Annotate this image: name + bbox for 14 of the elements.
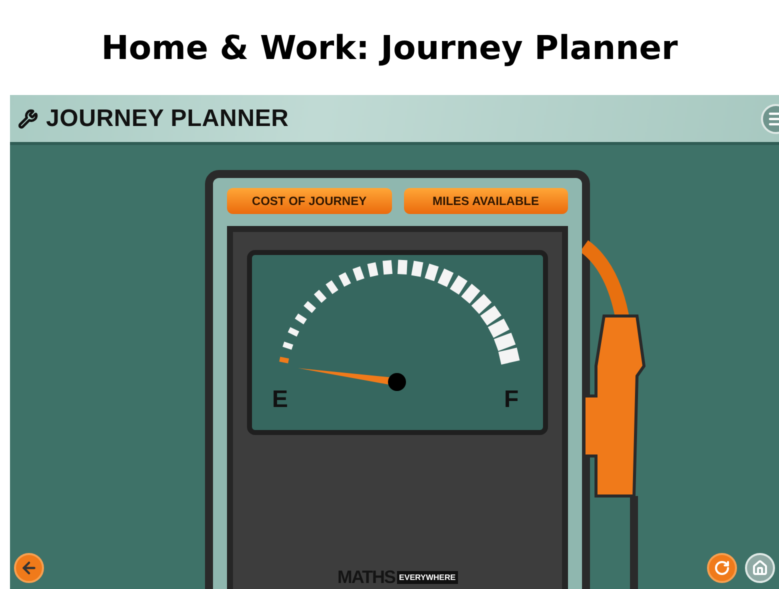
- app-title: JOURNEY PLANNER: [46, 104, 289, 132]
- home-icon: [752, 560, 768, 576]
- full-label: F: [504, 386, 519, 413]
- wrench-icon: [18, 108, 38, 128]
- slide-title: Home & Work: Journey Planner: [100, 27, 679, 69]
- needle-hub: [388, 373, 406, 391]
- empty-label: E: [272, 386, 288, 413]
- tab-button[interactable]: MILES AVAILABLE: [404, 188, 568, 214]
- back-button[interactable]: [14, 553, 44, 583]
- refresh-icon: [714, 560, 730, 576]
- reset-button[interactable]: [707, 553, 737, 583]
- logo-tag: EVERYWHERE: [397, 571, 458, 584]
- tab-button[interactable]: COST OF JOURNEY: [227, 188, 392, 214]
- home-button[interactable]: [745, 553, 775, 583]
